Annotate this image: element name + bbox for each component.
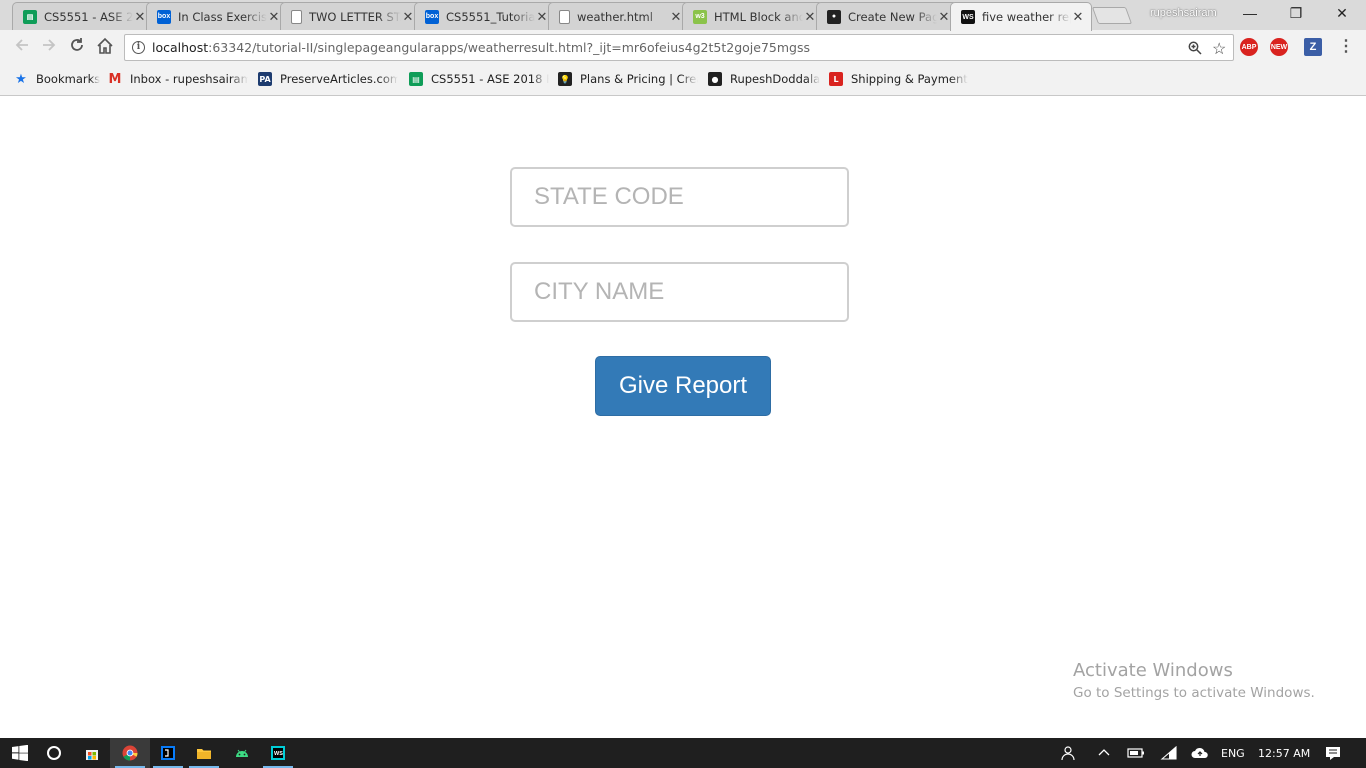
tab-close-icon[interactable]: ✕ xyxy=(133,9,147,25)
github-icon: ● xyxy=(827,9,841,24)
w3-icon: w3 xyxy=(693,9,707,24)
new-tab-button[interactable] xyxy=(1091,7,1133,24)
chrome-taskbar-icon[interactable] xyxy=(110,738,150,768)
battery-icon[interactable] xyxy=(1127,738,1145,768)
action-center-icon[interactable] xyxy=(1325,738,1341,768)
cortana-icon[interactable] xyxy=(34,738,74,768)
bookmark-label: PreserveArticles.com xyxy=(280,72,398,86)
onedrive-icon[interactable] xyxy=(1191,738,1209,768)
give-report-button[interactable]: Give Report xyxy=(595,356,771,416)
tab-title: weather.html xyxy=(577,9,653,24)
bookmark-item[interactable]: ▤ CS5551 - ASE 2018 Fall xyxy=(409,72,549,86)
windows-taskbar: WS ENG 12:57 AM xyxy=(0,738,1366,768)
bookmark-label: Inbox - rupeshsairam xyxy=(130,72,248,86)
webstorm-icon: WS xyxy=(961,10,975,24)
reload-icon[interactable] xyxy=(66,37,88,59)
activate-windows-title: Activate Windows xyxy=(1073,660,1233,681)
tab-title: CS5551_Tutorial xyxy=(446,9,535,24)
chrome-menu-icon[interactable]: ⋮ xyxy=(1338,36,1354,58)
sheets-icon: ▤ xyxy=(409,72,423,86)
close-window-button[interactable]: ✕ xyxy=(1320,2,1364,26)
star-icon: ★ xyxy=(15,72,27,86)
bookmark-label: Plans & Pricing | Create xyxy=(580,72,698,86)
tab-title: In Class Exercise xyxy=(178,9,267,24)
android-studio-icon[interactable] xyxy=(222,738,262,768)
language-indicator[interactable]: ENG xyxy=(1221,738,1245,768)
info-icon[interactable]: i xyxy=(132,41,145,54)
tab-close-icon[interactable]: ✕ xyxy=(937,9,951,25)
profile-name[interactable]: rupeshsairam xyxy=(1150,7,1217,19)
page-content: Give Report Activate Windows Go to Setti… xyxy=(0,97,1366,738)
show-hidden-icons-icon[interactable] xyxy=(1097,738,1111,768)
forward-arrow-icon[interactable] xyxy=(38,37,60,59)
wifi-icon[interactable] xyxy=(1160,738,1178,768)
box-icon: box xyxy=(157,9,171,24)
bookmark-item[interactable]: ★ Bookmarks xyxy=(14,72,100,86)
l-icon: L xyxy=(829,72,843,86)
zoom-icon[interactable] xyxy=(1188,41,1202,58)
gmail-icon: M xyxy=(108,72,122,86)
svg-text:WS: WS xyxy=(274,751,283,757)
tab-title: TWO LETTER STATE xyxy=(309,9,401,24)
back-arrow-icon[interactable] xyxy=(11,37,33,59)
restore-button[interactable]: ❐ xyxy=(1274,2,1318,26)
address-bar[interactable]: i localhost:63342/tutorial-II/singlepage… xyxy=(124,34,1234,61)
bookmark-item[interactable]: M Inbox - rupeshsairam xyxy=(108,72,248,86)
bookmark-item[interactable]: L Shipping & Payment xyxy=(829,72,968,86)
minimize-button[interactable]: — xyxy=(1228,2,1272,26)
bookmark-label: RupeshDoddala xyxy=(730,72,820,86)
sheets-icon: ▤ xyxy=(23,9,37,24)
box-icon: box xyxy=(425,9,439,24)
state-code-input[interactable] xyxy=(510,167,849,227)
tab-close-icon[interactable]: ✕ xyxy=(401,9,415,25)
adblock-plus-icon[interactable]: ABP xyxy=(1240,38,1258,56)
intellij-icon[interactable] xyxy=(148,738,188,768)
bookmark-label: Shipping & Payment xyxy=(851,72,968,86)
home-icon[interactable] xyxy=(94,37,116,59)
browser-tab[interactable]: WS five weather report✕ xyxy=(950,2,1092,31)
tab-title: HTML Block and xyxy=(714,9,803,24)
browser-toolbar: i localhost:63342/tutorial-II/singlepage… xyxy=(0,30,1366,65)
tab-close-icon[interactable]: ✕ xyxy=(803,9,817,25)
bookmark-item[interactable]: ● RupeshDoddala xyxy=(708,72,820,86)
tab-close-icon[interactable]: ✕ xyxy=(267,9,281,25)
new-extension-icon[interactable]: NEW xyxy=(1270,38,1288,56)
browser-tab[interactable]: box CS5551_Tutorial ✕ xyxy=(414,2,556,30)
tab-close-icon[interactable]: ✕ xyxy=(1071,9,1085,25)
people-icon[interactable] xyxy=(1061,738,1077,768)
store-icon[interactable] xyxy=(72,738,112,768)
bookmarks-bar: ★ Bookmarks M Inbox - rupeshsairam PA Preserv… xyxy=(0,65,1366,96)
tab-title: CS5551 - ASE 2018 xyxy=(44,9,133,24)
browser-tab[interactable]: TWO LETTER STATE✕ xyxy=(280,2,422,30)
tab-title: Create New Page xyxy=(848,9,937,24)
browser-tab[interactable]: weather.html ✕ xyxy=(548,2,690,30)
activate-windows-subtitle: Go to Settings to activate Windows. xyxy=(1073,685,1315,701)
github-icon: ● xyxy=(708,72,722,86)
city-name-input[interactable] xyxy=(510,262,849,322)
page-icon xyxy=(559,9,570,24)
clock-time[interactable]: 12:57 AM xyxy=(1258,738,1310,768)
bookmark-item[interactable]: PA PreserveArticles.com xyxy=(258,72,398,86)
bookmark-star-icon[interactable]: ☆ xyxy=(1212,39,1226,59)
browser-tab[interactable]: ▤ CS5551 - ASE 2018✕ xyxy=(12,2,154,30)
tab-strip: ▤CS5551 - ASE 2018✕boxIn Class Exercise✕… xyxy=(0,0,1366,31)
tab-close-icon[interactable]: ✕ xyxy=(669,9,683,25)
url-text: localhost:63342/tutorial-II/singlepagean… xyxy=(152,40,810,55)
zotero-icon[interactable]: Z xyxy=(1304,38,1322,56)
webstorm-taskbar-icon[interactable]: WS xyxy=(258,738,298,768)
bookmark-item[interactable]: 💡 Plans & Pricing | Create xyxy=(558,72,698,86)
browser-tab[interactable]: ● Create New Page ✕ xyxy=(816,2,958,30)
pa-icon: PA xyxy=(258,72,272,86)
browser-tab[interactable]: w3 HTML Block and ✕ xyxy=(682,2,824,30)
bulb-icon: 💡 xyxy=(558,72,572,86)
tab-close-icon[interactable]: ✕ xyxy=(535,9,549,25)
bookmark-label: Bookmarks xyxy=(36,72,101,86)
tab-title: five weather report xyxy=(982,10,1071,24)
file-explorer-icon[interactable] xyxy=(184,738,224,768)
browser-tab[interactable]: box In Class Exercise ✕ xyxy=(146,2,288,30)
bookmark-label: CS5551 - ASE 2018 Fall xyxy=(431,72,549,86)
page-icon xyxy=(291,9,302,24)
